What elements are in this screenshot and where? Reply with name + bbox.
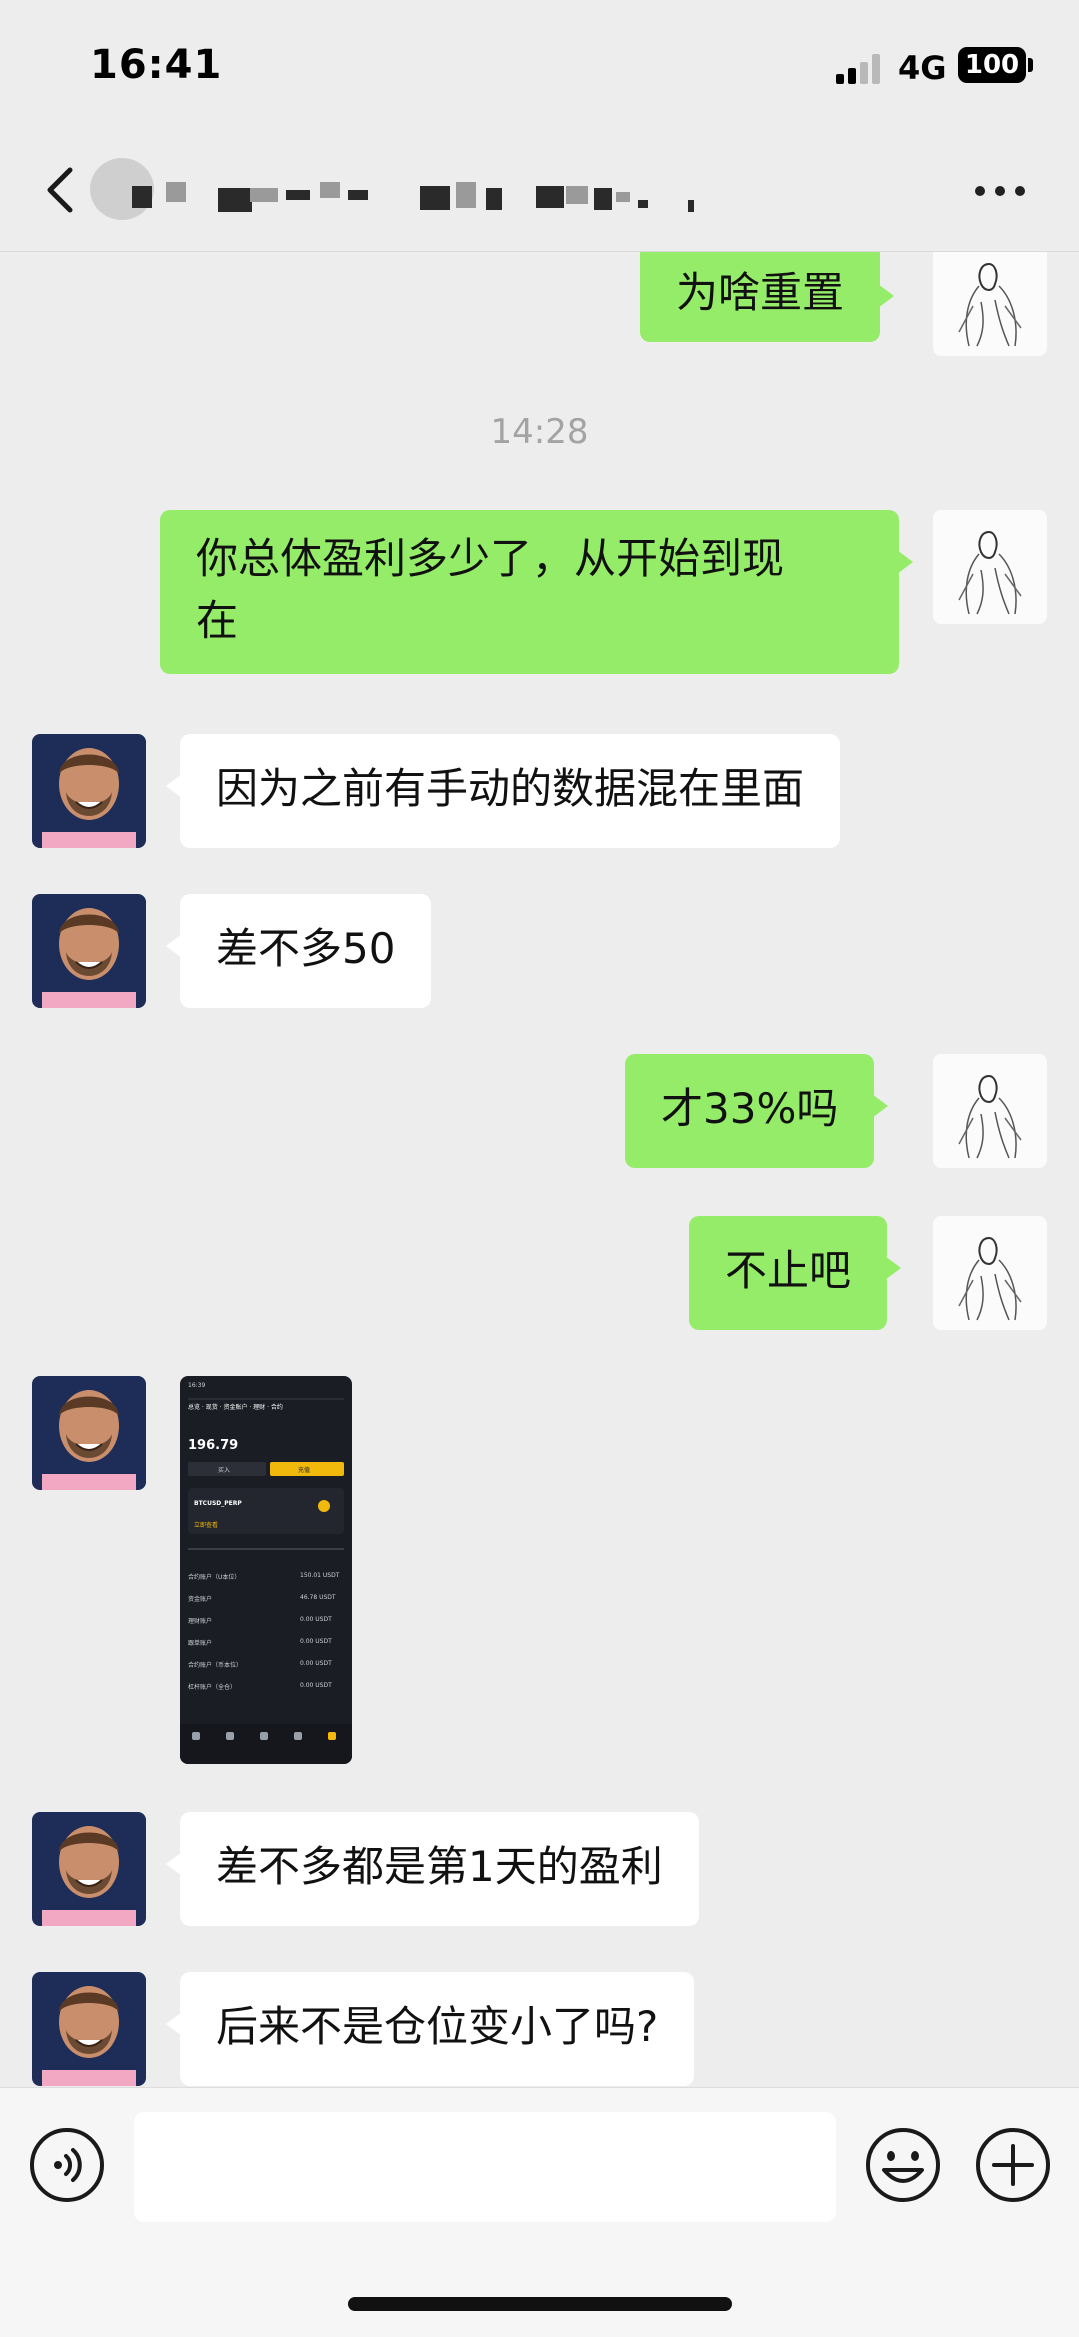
emoji-icon[interactable] <box>864 2126 942 2204</box>
symbol-label: BTCUSD_PERP <box>194 1500 242 1507</box>
outgoing-message[interactable]: 你总体盈利多少了，从开始到现 在 <box>160 510 913 674</box>
account-row-label: 跟单账户 <box>188 1640 213 1647</box>
my-avatar[interactable] <box>933 252 1047 356</box>
account-row-value: 0.00 USDT <box>300 1638 332 1645</box>
deposit-button: 充值 <box>270 1462 344 1476</box>
sun-icon <box>318 1500 330 1512</box>
contact-avatar[interactable] <box>32 894 146 1008</box>
account-row-value: 0.00 USDT <box>300 1682 332 1689</box>
account-row-value: 150.01 USDT <box>300 1572 340 1579</box>
chevron-left-icon[interactable] <box>38 160 86 220</box>
cellular-signal-icon <box>836 52 882 84</box>
message-list[interactable]: 为啥重置 14:28 你总体盈利多少了，从开始到现 在 因为之前有手动的数据混在… <box>0 252 1079 2087</box>
buy-label: 买入 <box>218 1467 231 1474</box>
account-row-label: 合约账户（U本位） <box>188 1574 241 1581</box>
incoming-message[interactable]: 差不多50 <box>165 894 432 1008</box>
account-row-value: 46.78 USDT <box>300 1594 336 1601</box>
account-row-label: 杠杆账户（全仓） <box>188 1684 237 1691</box>
outgoing-message[interactable]: 为啥重置 <box>640 252 895 342</box>
incoming-message[interactable]: 后来不是仓位变小了吗? <box>165 1972 695 2086</box>
buy-button: 买入 <box>188 1462 266 1476</box>
balance-value: 196.79 <box>188 1438 239 1453</box>
my-avatar[interactable] <box>933 1054 1047 1168</box>
battery-tip <box>1028 58 1033 72</box>
message-input[interactable] <box>134 2112 836 2222</box>
outgoing-message[interactable]: 才33%吗 <box>625 1054 889 1168</box>
contact-avatar[interactable] <box>32 1972 146 2086</box>
more-horizontal-icon[interactable] <box>975 182 1029 198</box>
outgoing-message[interactable]: 不止吧 <box>689 1216 902 1330</box>
home-indicator[interactable] <box>348 2297 732 2311</box>
message-timestamp: 14:28 <box>490 412 589 452</box>
account-row-value: 0.00 USDT <box>300 1616 332 1623</box>
account-row-label: 理财账户 <box>188 1618 213 1625</box>
network-type: 4G <box>898 49 947 87</box>
status-time: 16:41 <box>90 42 223 88</box>
contact-avatar[interactable] <box>32 1376 146 1490</box>
app-tab-bar <box>180 1724 352 1764</box>
incoming-message[interactable]: 差不多都是第1天的盈利 <box>166 1812 699 1926</box>
image-message[interactable]: 16:39 总览 · 现货 · 资金账户 · 理财 · 合约 196.79 买入… <box>180 1376 352 1764</box>
deposit-label: 充值 <box>298 1467 311 1474</box>
chat-header <box>0 130 1079 252</box>
voice-icon[interactable] <box>30 2128 104 2202</box>
incoming-message[interactable]: 因为之前有手动的数据混在里面 <box>165 734 841 848</box>
contact-avatar[interactable] <box>32 734 146 848</box>
account-row-label: 合约账户（币本位） <box>188 1662 243 1669</box>
battery-icon: 100 <box>958 47 1026 83</box>
status-bar: 16:41 4G 100 <box>0 0 1079 130</box>
plus-icon[interactable] <box>974 2126 1052 2204</box>
my-avatar[interactable] <box>933 510 1047 624</box>
battery-level: 100 <box>964 50 1020 80</box>
account-row-value: 0.00 USDT <box>300 1660 332 1667</box>
chat-title <box>90 152 890 232</box>
account-row-label: 资金账户 <box>188 1596 213 1603</box>
contact-avatar[interactable] <box>32 1812 146 1926</box>
my-avatar[interactable] <box>933 1216 1047 1330</box>
